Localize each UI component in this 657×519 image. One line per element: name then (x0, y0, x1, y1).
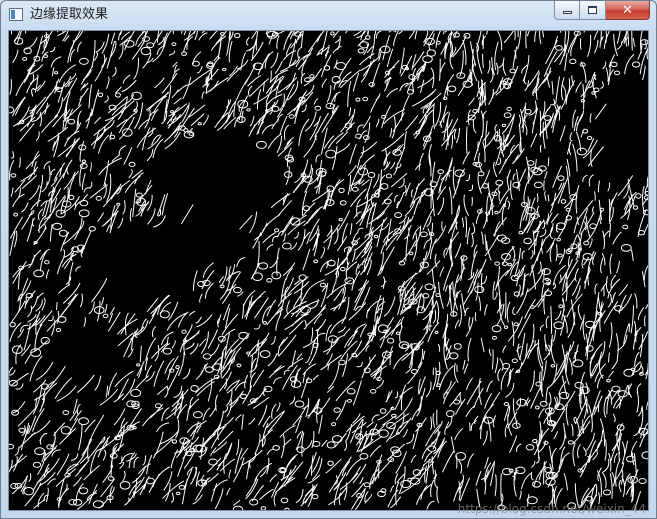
maximize-button[interactable] (580, 1, 606, 20)
close-icon: ✕ (622, 2, 633, 18)
window-title: 边缘提取效果 (30, 7, 109, 22)
app-window: 边缘提取效果 ✕ https://blog.csdn.net/weixin_44 (0, 0, 657, 519)
edge-image-view (8, 30, 649, 511)
minimize-icon (562, 11, 572, 14)
caption-buttons: ✕ (554, 1, 650, 21)
window-app-icon[interactable] (9, 8, 23, 21)
close-button[interactable]: ✕ (606, 1, 650, 20)
minimize-button[interactable] (554, 1, 580, 20)
maximize-icon (588, 6, 597, 14)
watermark-text: https://blog.csdn.net/weixin_44 (457, 502, 646, 516)
edge-map-image (9, 31, 648, 510)
title-bar[interactable]: 边缘提取效果 ✕ (1, 1, 656, 29)
